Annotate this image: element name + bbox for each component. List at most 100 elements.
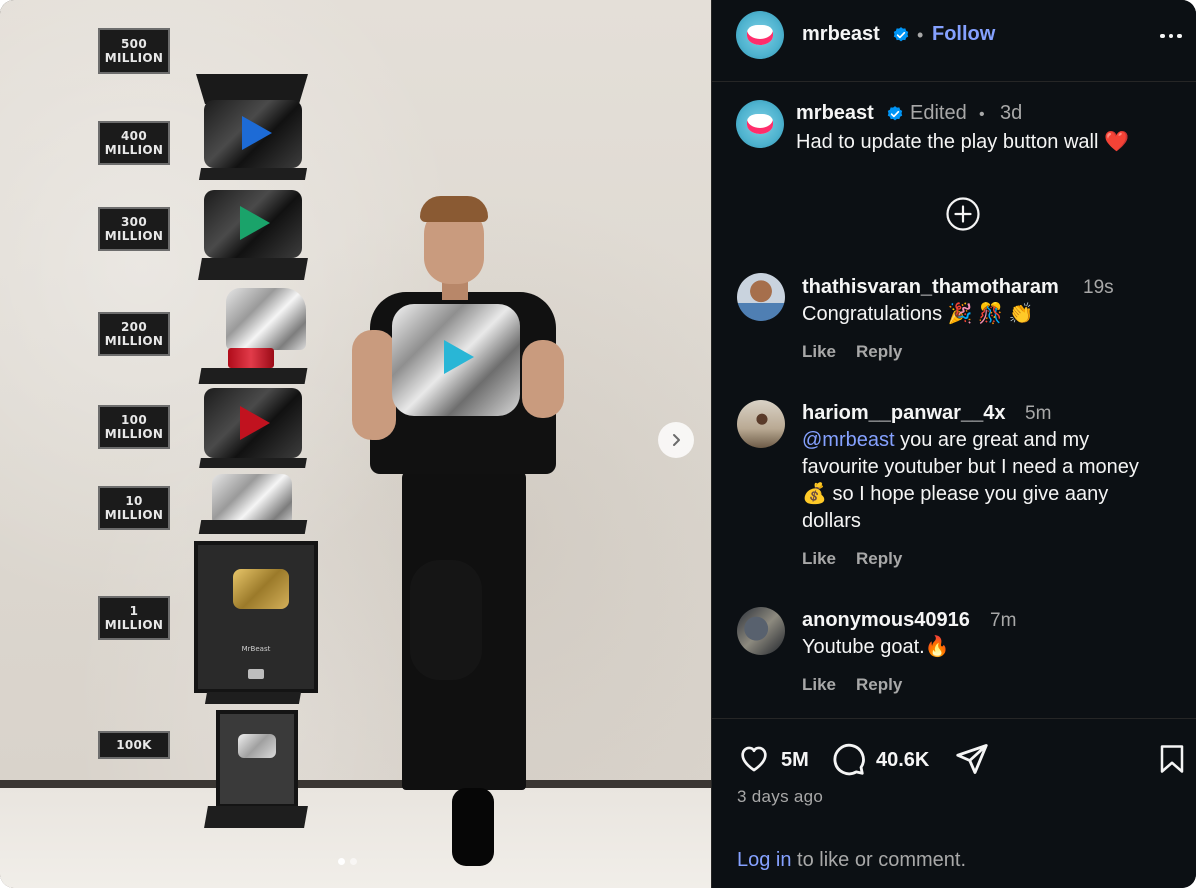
frame-label: MrBeast (241, 645, 271, 653)
plaque-400-million: 400 MILLION (98, 121, 170, 165)
caption-username[interactable]: mrbeast (796, 102, 874, 125)
comment-username[interactable]: hariom__panwar__4x (802, 402, 1005, 425)
like-count[interactable]: 5M (781, 749, 809, 772)
silver-play-button (238, 734, 276, 758)
bookmark-icon[interactable] (1157, 743, 1187, 775)
play-triangle (242, 116, 272, 150)
commenter-avatar[interactable] (737, 607, 785, 655)
actions-divider (712, 718, 1196, 719)
comment-text-segment: 💰 so I hope please you give aany (802, 483, 1109, 505)
commenter-avatar[interactable] (737, 273, 785, 321)
plaque-label: 500 MILLION (104, 37, 164, 65)
youtube-logo-icon (248, 669, 264, 679)
floor-baseboard (0, 780, 711, 788)
person-shoe (452, 788, 494, 866)
person-bent-leg (410, 560, 482, 680)
caption-avatar[interactable] (736, 100, 784, 148)
held-diamond-award (392, 304, 520, 416)
comment-text-segment: favourite youtuber but I need a money (802, 456, 1139, 478)
verified-badge-icon (893, 27, 909, 42)
comment-time[interactable]: 7m (990, 610, 1016, 632)
plaque-label: 200 MILLION (104, 320, 164, 348)
author-avatar[interactable] (736, 11, 784, 59)
comment-text: @mrbeast you are great and my favourite … (802, 427, 1187, 535)
next-slide-button[interactable] (658, 422, 694, 458)
chevron-right-icon (673, 434, 680, 446)
plaque-label: 10 MILLION (104, 494, 164, 522)
plaque-label: 1 MILLION (104, 604, 164, 632)
more-dot-icon (1160, 33, 1165, 39)
red-diamond-award (204, 100, 302, 168)
caption-edited-label: Edited (910, 102, 967, 124)
more-options-button[interactable] (1160, 26, 1186, 46)
shelf (198, 258, 308, 280)
comment-count[interactable]: 40.6K (876, 749, 929, 772)
comment-like-button[interactable]: Like (802, 549, 836, 569)
share-icon[interactable] (954, 741, 990, 777)
follow-button[interactable]: Follow (932, 23, 995, 46)
ruby-base (228, 348, 274, 368)
gold-play-button (233, 569, 289, 609)
comment-username[interactable]: thathisvaran_thamotharam (802, 276, 1059, 299)
author-username[interactable]: mrbeast (802, 23, 880, 46)
person-hair (420, 196, 488, 222)
caption-time[interactable]: 3d (1000, 102, 1022, 125)
gold-play-button-frame: MrBeast (194, 541, 318, 693)
plaque-1-million: 1 MILLION (98, 596, 170, 640)
shelf (198, 168, 308, 180)
comment-mention-link[interactable]: @mrbeast (802, 429, 895, 451)
plaque-label: 100 MILLION (104, 413, 164, 441)
plaque-100-million: 100 MILLION (98, 405, 170, 449)
play-triangle (240, 206, 270, 240)
comment-reply-button[interactable]: Reply (856, 549, 902, 569)
more-dot-icon (1168, 33, 1173, 39)
person-left-arm (352, 330, 396, 440)
comment-reply-button[interactable]: Reply (856, 675, 902, 695)
ruby-award (226, 288, 306, 350)
login-prompt-text: to like or comment. (791, 849, 967, 871)
comment-text: Youtube goat.🔥 (802, 636, 950, 658)
comment-text: Congratulations 🎉 🎊 👏 (802, 303, 1034, 325)
plaque-10-million: 10 MILLION (98, 486, 170, 530)
caption-separator: • (979, 106, 985, 123)
play-triangle (240, 406, 270, 440)
plaque-label: 300 MILLION (104, 215, 164, 243)
comment-username[interactable]: anonymous40916 (802, 609, 970, 632)
caption-text: Had to update the play button wall ❤️ (796, 131, 1129, 153)
comment-time[interactable]: 19s (1083, 277, 1114, 299)
commenter-avatar[interactable] (737, 400, 785, 448)
post-side-panel: mrbeast • Follow mrbeast Edited • 3d Had… (711, 0, 1196, 888)
more-dot-icon (1177, 33, 1182, 39)
comment-like-button[interactable]: Like (802, 342, 836, 362)
comment-time[interactable]: 5m (1025, 403, 1051, 425)
instagram-post: 500 MILLION 400 MILLION 300 MILLION 200 … (0, 0, 1196, 888)
carousel-dot-active (338, 858, 345, 865)
heart-icon[interactable] (736, 741, 772, 775)
comment-reply-button[interactable]: Reply (856, 342, 902, 362)
carousel-dot (350, 858, 357, 865)
login-prompt: Log in to like or comment. (737, 849, 966, 872)
plaque-100k: 100K (98, 731, 170, 759)
carousel-dots (338, 858, 357, 865)
plaque-label: 400 MILLION (104, 129, 164, 157)
shelf (199, 458, 307, 468)
header-separator: • (917, 25, 924, 45)
silver-play-button-frame (216, 710, 298, 808)
shelf (198, 520, 308, 534)
diamond-award (204, 388, 302, 458)
post-header: mrbeast • Follow (712, 0, 1196, 82)
plaque-500-million: 500 MILLION (98, 28, 170, 74)
verified-badge-icon (887, 106, 903, 121)
shelf (204, 806, 308, 828)
shelf (204, 692, 302, 704)
plaque-200-million: 200 MILLION (98, 312, 170, 356)
plaque-300-million: 300 MILLION (98, 207, 170, 251)
comment-icon[interactable] (830, 741, 866, 777)
green-award (204, 190, 302, 258)
floor (0, 788, 711, 888)
comment-like-button[interactable]: Like (802, 675, 836, 695)
post-date: 3 days ago (737, 787, 824, 806)
login-link[interactable]: Log in (737, 849, 792, 871)
load-more-comments-icon[interactable] (946, 197, 980, 231)
comment-text-segment: you are great and my (894, 429, 1090, 451)
